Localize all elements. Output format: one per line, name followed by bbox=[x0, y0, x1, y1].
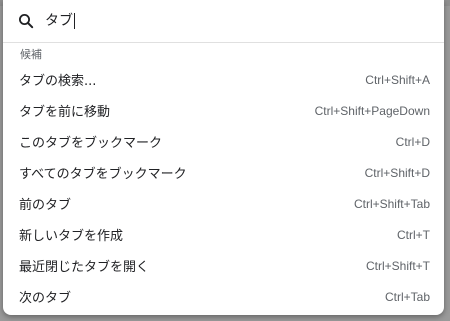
command-label: 新しいタブを作成 bbox=[19, 229, 124, 244]
command-shortcut: Ctrl+Shift+A bbox=[365, 72, 430, 87]
command-shortcut: Ctrl+Shift+PageDown bbox=[314, 103, 430, 118]
search-input[interactable]: タブ bbox=[45, 10, 75, 32]
command-shortcut: Ctrl+Shift+Tab bbox=[353, 196, 430, 211]
command-label: 次のタブ bbox=[19, 291, 72, 306]
command-label: タブの検索... bbox=[19, 74, 97, 89]
command-shortcut: Ctrl+D bbox=[395, 134, 430, 149]
command-item-new-tab[interactable]: 新しいタブを作成 Ctrl+T bbox=[3, 219, 444, 250]
command-shortcut: Ctrl+T bbox=[397, 227, 430, 242]
command-shortcut: Ctrl+Shift+D bbox=[364, 165, 430, 180]
text-caret bbox=[74, 13, 75, 29]
command-shortcut: Ctrl+Shift+T bbox=[365, 258, 430, 273]
command-list: タブの検索... Ctrl+Shift+A タブを前に移動 Ctrl+Shift… bbox=[3, 64, 444, 312]
command-item-move-tab-forward[interactable]: タブを前に移動 Ctrl+Shift+PageDown bbox=[3, 95, 444, 126]
command-palette: タブ 候補 タブの検索... Ctrl+Shift+A タブを前に移動 Ctrl… bbox=[3, 0, 444, 315]
command-label: タブを前に移動 bbox=[19, 105, 111, 120]
command-item-bookmark-all-tabs[interactable]: すべてのタブをブックマーク Ctrl+Shift+D bbox=[3, 157, 444, 188]
search-input-value: タブ bbox=[45, 13, 73, 29]
command-item-next-tab[interactable]: 次のタブ Ctrl+Tab bbox=[3, 281, 444, 312]
search-bar: タブ bbox=[3, 0, 444, 43]
command-item-bookmark-tab[interactable]: このタブをブックマーク Ctrl+D bbox=[3, 126, 444, 157]
command-item-search-tabs[interactable]: タブの検索... Ctrl+Shift+A bbox=[3, 64, 444, 95]
command-item-reopen-closed-tab[interactable]: 最近閉じたタブを開く Ctrl+Shift+T bbox=[3, 250, 444, 281]
command-label: 最近閉じたタブを開く bbox=[19, 260, 150, 275]
search-icon bbox=[18, 13, 34, 29]
command-label: このタブをブックマーク bbox=[19, 136, 163, 151]
command-label: 前のタブ bbox=[19, 198, 72, 213]
section-label: 候補 bbox=[20, 48, 42, 61]
command-shortcut: Ctrl+Tab bbox=[384, 289, 430, 304]
command-label: すべてのタブをブックマーク bbox=[19, 167, 187, 182]
command-item-previous-tab[interactable]: 前のタブ Ctrl+Shift+Tab bbox=[3, 188, 444, 219]
